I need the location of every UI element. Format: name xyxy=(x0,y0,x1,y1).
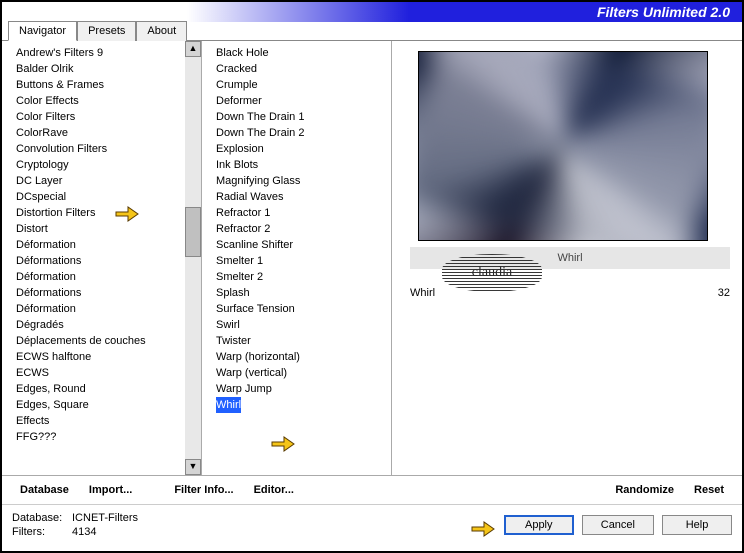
right-pane: Whirl Whirl 32 xyxy=(392,41,742,475)
filter-item[interactable]: Ink Blots xyxy=(214,157,391,173)
category-item[interactable]: Andrew's Filters 9 xyxy=(14,45,185,61)
pointer-icon xyxy=(270,432,296,452)
tab-navigator[interactable]: Navigator xyxy=(8,21,77,41)
scroll-track[interactable] xyxy=(185,57,201,459)
db-value: ICNET-Filters xyxy=(72,512,138,524)
category-item[interactable]: DC Layer xyxy=(14,173,185,189)
category-item[interactable]: Déplacements de couches xyxy=(14,333,185,349)
filter-item[interactable]: Magnifying Glass xyxy=(214,173,391,189)
scroll-up-button[interactable]: ▲ xyxy=(185,41,201,57)
main-area: Andrew's Filters 9Balder OlrikButtons & … xyxy=(2,41,742,476)
category-item[interactable]: FFG??? xyxy=(14,429,185,445)
tab-presets[interactable]: Presets xyxy=(77,21,136,41)
filters-value: 4134 xyxy=(72,526,96,538)
filter-item[interactable]: Smelter 2 xyxy=(214,269,391,285)
filter-item[interactable]: Down The Drain 2 xyxy=(214,125,391,141)
filter-item[interactable]: Surface Tension xyxy=(214,301,391,317)
filters-key: Filters: xyxy=(12,525,72,539)
category-item[interactable]: Buttons & Frames xyxy=(14,77,185,93)
filter-item[interactable]: Smelter 1 xyxy=(214,253,391,269)
category-list[interactable]: Andrew's Filters 9Balder OlrikButtons & … xyxy=(2,41,185,475)
filter-item[interactable]: Crumple xyxy=(214,77,391,93)
category-item[interactable]: Color Effects xyxy=(14,93,185,109)
category-scrollbar[interactable]: ▲ ▼ xyxy=(185,41,201,475)
filter-item[interactable]: Twister xyxy=(214,333,391,349)
tab-strip: Navigator Presets About xyxy=(2,21,742,41)
title-bar: Filters Unlimited 2.0 xyxy=(2,2,742,22)
editor-button[interactable]: Editor... xyxy=(244,482,304,498)
category-item[interactable]: Convolution Filters xyxy=(14,141,185,157)
filter-item[interactable]: Swirl xyxy=(214,317,391,333)
category-item[interactable]: Balder Olrik xyxy=(14,61,185,77)
category-item[interactable]: Distort xyxy=(14,221,185,237)
category-item[interactable]: Dégradés xyxy=(14,317,185,333)
category-item[interactable]: Déformations xyxy=(14,253,185,269)
filter-item[interactable]: Down The Drain 1 xyxy=(214,109,391,125)
filter-item[interactable]: Refractor 1 xyxy=(214,205,391,221)
filter-item[interactable]: Warp Jump xyxy=(214,381,391,397)
category-item[interactable]: Déformation xyxy=(14,301,185,317)
tab-about[interactable]: About xyxy=(136,21,187,41)
scroll-down-button[interactable]: ▼ xyxy=(185,459,201,475)
filter-item[interactable]: Cracked xyxy=(214,61,391,77)
filter-item[interactable]: Explosion xyxy=(214,141,391,157)
reset-button[interactable]: Reset xyxy=(684,482,734,498)
category-item[interactable]: Edges, Round xyxy=(14,381,185,397)
param-value: 32 xyxy=(718,287,730,299)
category-panel: Andrew's Filters 9Balder OlrikButtons & … xyxy=(2,41,202,475)
category-item[interactable]: Déformations xyxy=(14,285,185,301)
filter-item[interactable]: Refractor 2 xyxy=(214,221,391,237)
dialog-buttons: Apply Cancel Help xyxy=(470,515,732,535)
pointer-icon xyxy=(114,202,140,222)
category-item[interactable]: Edges, Square xyxy=(14,397,185,413)
filter-info-button[interactable]: Filter Info... xyxy=(164,482,243,498)
preview-image xyxy=(418,51,708,241)
filter-item[interactable]: Warp (horizontal) xyxy=(214,349,391,365)
filter-item[interactable]: Warp (vertical) xyxy=(214,365,391,381)
filter-name-bar: Whirl xyxy=(410,247,730,269)
apply-button[interactable]: Apply xyxy=(504,515,574,535)
status-info: Database:ICNET-Filters Filters:4134 xyxy=(12,511,138,539)
category-item[interactable]: Distortion Filters xyxy=(14,205,185,221)
category-item[interactable]: Déformation xyxy=(14,269,185,285)
import-button[interactable]: Import... xyxy=(79,482,142,498)
lower-toolbar: Database Import... Filter Info... Editor… xyxy=(2,476,742,505)
filter-item[interactable]: Whirl xyxy=(214,397,391,413)
window-title: Filters Unlimited 2.0 xyxy=(597,2,742,22)
help-button[interactable]: Help xyxy=(662,515,732,535)
filter-list[interactable]: Black HoleCrackedCrumpleDeformerDown The… xyxy=(202,41,392,475)
pointer-icon xyxy=(470,517,496,537)
cancel-button[interactable]: Cancel xyxy=(582,515,654,535)
category-item[interactable]: Déformation xyxy=(14,237,185,253)
filter-name-label: Whirl xyxy=(557,252,582,264)
category-item[interactable]: ECWS halftone xyxy=(14,349,185,365)
category-item[interactable]: ECWS xyxy=(14,365,185,381)
filter-item[interactable]: Black Hole xyxy=(214,45,391,61)
category-item[interactable]: Cryptology xyxy=(14,157,185,173)
filter-item[interactable]: Splash xyxy=(214,285,391,301)
category-item[interactable]: DCspecial xyxy=(14,189,185,205)
status-bar: Database:ICNET-Filters Filters:4134 Appl… xyxy=(2,505,742,541)
randomize-button[interactable]: Randomize xyxy=(605,482,684,498)
filter-item[interactable]: Deformer xyxy=(214,93,391,109)
param-name: Whirl xyxy=(410,287,435,299)
category-item[interactable]: Effects xyxy=(14,413,185,429)
database-button[interactable]: Database xyxy=(10,482,79,498)
filter-item[interactable]: Scanline Shifter xyxy=(214,237,391,253)
category-item[interactable]: ColorRave xyxy=(14,125,185,141)
param-row: Whirl 32 xyxy=(410,287,730,299)
category-item[interactable]: Color Filters xyxy=(14,109,185,125)
filter-item[interactable]: Radial Waves xyxy=(214,189,391,205)
scroll-thumb[interactable] xyxy=(185,207,201,257)
db-key: Database: xyxy=(12,511,72,525)
